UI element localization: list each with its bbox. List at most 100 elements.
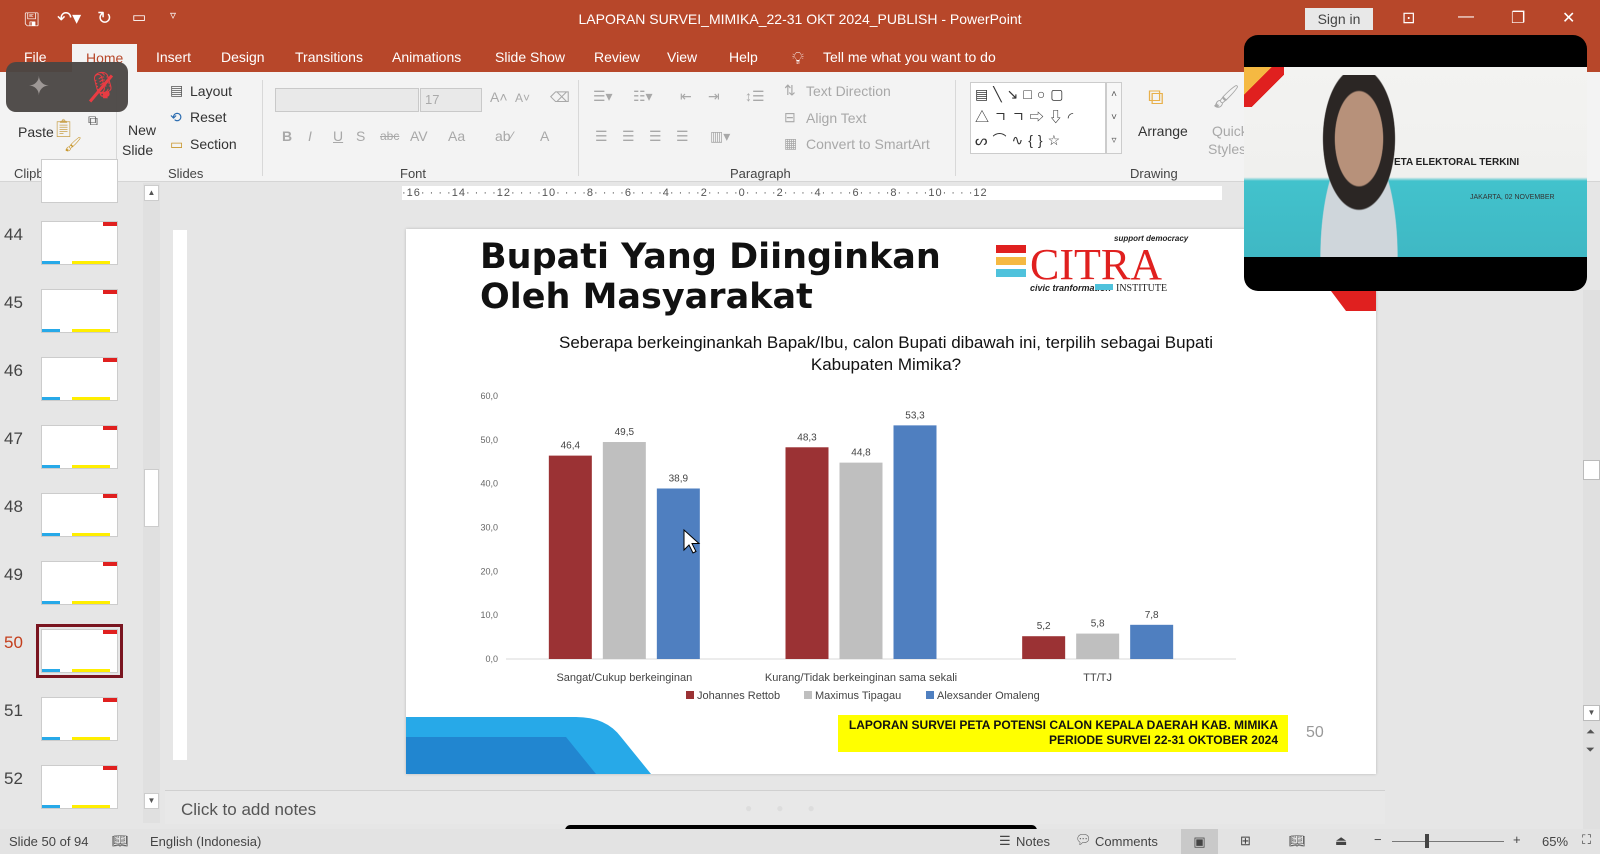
align-right-icon[interactable]: ☰ — [649, 128, 662, 145]
arrange-button[interactable]: Arrange — [1138, 123, 1188, 139]
zoom-level[interactable]: 65% — [1542, 834, 1568, 849]
zoom-slider-thumb[interactable] — [1425, 834, 1429, 848]
tab-review[interactable]: Review — [594, 49, 640, 65]
bullets-icon[interactable]: ☰▾ — [593, 88, 613, 105]
next-slide-icon[interactable]: ⏷ — [1586, 744, 1595, 757]
slide-canvas[interactable]: Bupati Yang Diinginkan Oleh Masyarakat C… — [406, 229, 1376, 774]
underline-button[interactable]: U — [333, 128, 343, 144]
font-name-combo[interactable] — [275, 88, 419, 112]
scroll-down-button[interactable]: ▼ — [1583, 705, 1600, 721]
bar[interactable] — [839, 462, 883, 659]
layout-button[interactable]: Layout — [190, 83, 232, 99]
slide-scroll-thumb[interactable] — [1583, 460, 1600, 480]
video-call-overlay[interactable]: ETA ELEKTORAL TERKINI JAKARTA, 02 NOVEMB… — [1244, 35, 1587, 291]
bar[interactable] — [548, 455, 592, 659]
slide-thumbnail[interactable] — [41, 697, 118, 741]
increase-indent-icon[interactable]: ⇥ — [708, 88, 720, 105]
change-case-button[interactable]: Aa — [448, 128, 465, 144]
slide-thumbnail[interactable] — [41, 765, 118, 809]
shapes-gallery-scroll[interactable]: ˄ ˅ ▿ — [1106, 82, 1122, 154]
format-painter-icon[interactable]: 🖌︎ — [64, 136, 82, 153]
minimize-button[interactable]: — — [1458, 8, 1474, 26]
align-text-button[interactable]: Align Text — [806, 110, 866, 126]
tell-me-search[interactable]: Tell me what you want to do — [823, 49, 996, 65]
align-center-icon[interactable]: ☰ — [622, 128, 635, 145]
zoom-in-button[interactable]: + — [1513, 832, 1521, 847]
tab-help[interactable]: Help — [729, 49, 758, 65]
bar-chart[interactable]: 0,0 10,0 20,0 30,0 40,0 50,0 60,0 46,4 49,5 38,9 S… — [466, 384, 1256, 714]
restore-button[interactable]: ❐ — [1511, 8, 1525, 28]
quick-styles-button[interactable]: Quick — [1212, 123, 1248, 139]
tab-transitions[interactable]: Transitions — [295, 49, 363, 65]
new-slide-label[interactable]: Slide — [122, 142, 153, 158]
bar[interactable] — [1130, 624, 1174, 659]
decrease-indent-icon[interactable]: ⇤ — [680, 88, 692, 105]
zoom-out-button[interactable]: − — [1374, 832, 1382, 847]
ribbon-display-icon[interactable]: ⊡ — [1402, 8, 1415, 28]
slide-thumbnail[interactable] — [41, 221, 118, 265]
font-size-combo[interactable]: 17 — [420, 88, 482, 112]
shapes-gallery[interactable]: ▤╲↘□○▢ △ㄱㄱ⇨⇩◜ ᔕ⌒∿{}☆ — [970, 82, 1106, 154]
tab-view[interactable]: View — [667, 49, 697, 65]
section-button[interactable]: Section — [190, 136, 237, 152]
quick-styles-label[interactable]: Styles — [1208, 141, 1246, 157]
numbering-icon[interactable]: ☷▾ — [633, 88, 653, 105]
highlight-icon[interactable]: ab⁄ — [495, 128, 513, 144]
tab-slide-show[interactable]: Slide Show — [495, 49, 565, 65]
scroll-thumb[interactable] — [144, 469, 159, 527]
reading-view-button[interactable]: 📖︎ — [1289, 833, 1306, 849]
strikethrough-button[interactable]: abc — [380, 129, 399, 143]
slide-vertical-scrollbar[interactable]: ▼ ⏶ ⏷ — [1583, 290, 1600, 830]
line-spacing-icon[interactable]: ↕☰ — [745, 88, 765, 105]
bar[interactable] — [893, 425, 937, 659]
shrink-font-icon[interactable]: A˅ — [515, 91, 530, 105]
slide-thumbnail[interactable] — [36, 624, 123, 678]
notes-toggle-button[interactable]: Notes — [1016, 834, 1050, 849]
tab-insert[interactable]: Insert — [156, 49, 191, 65]
columns-icon[interactable]: ▥▾ — [710, 128, 730, 145]
text-direction-button[interactable]: Text Direction — [806, 83, 891, 99]
previous-slide-icon[interactable]: ⏶ — [1586, 726, 1595, 739]
justify-icon[interactable]: ☰ — [676, 128, 689, 145]
slide-thumbnail[interactable] — [41, 561, 118, 605]
align-left-icon[interactable]: ☰ — [595, 128, 608, 145]
language-indicator[interactable]: English (Indonesia) — [150, 834, 261, 849]
tab-animations[interactable]: Animations — [392, 49, 461, 65]
shadow-button[interactable]: S — [356, 128, 365, 144]
slide-thumbnail[interactable] — [41, 357, 118, 401]
fit-to-window-icon[interactable]: ⛶ — [1582, 832, 1591, 848]
italic-button[interactable]: I — [308, 128, 312, 144]
sparkle-icon[interactable]: ✦ — [28, 71, 50, 102]
grow-font-icon[interactable]: A˄ — [490, 89, 508, 105]
spellcheck-icon[interactable]: 📖︎ — [112, 833, 129, 849]
paste-button[interactable]: Paste — [18, 124, 54, 140]
font-color-button[interactable]: A — [540, 128, 549, 144]
slideshow-view-button[interactable]: ⏏ — [1335, 833, 1347, 849]
bold-button[interactable]: B — [282, 128, 292, 144]
new-slide-button[interactable]: New — [128, 122, 156, 138]
slide-thumbnail[interactable] — [41, 493, 118, 537]
notes-pane[interactable]: Click to add notes ●●● — [165, 790, 1385, 824]
slide-title[interactable]: Bupati Yang Diinginkan Oleh Masyarakat — [480, 237, 941, 317]
slide-thumbnail[interactable] — [41, 289, 118, 333]
scroll-up-button[interactable]: ▲ — [144, 185, 159, 201]
tab-design[interactable]: Design — [221, 49, 265, 65]
character-spacing-button[interactable]: AV — [410, 128, 428, 144]
slide-thumbnail[interactable] — [41, 159, 118, 203]
scroll-down-button[interactable]: ▼ — [144, 793, 159, 809]
zoom-slider-track[interactable] — [1392, 841, 1504, 842]
bar[interactable] — [1076, 633, 1120, 659]
bar[interactable] — [602, 442, 646, 659]
thumbnails-scrollbar[interactable]: ▲ ▼ — [143, 183, 160, 823]
bar[interactable] — [1022, 636, 1066, 659]
comments-button[interactable]: Comments — [1095, 834, 1158, 849]
convert-smartart-button[interactable]: Convert to SmartArt — [806, 136, 930, 152]
clear-formatting-icon[interactable]: ⌫ — [550, 89, 570, 106]
bar[interactable] — [785, 447, 829, 659]
close-button[interactable]: ✕ — [1562, 8, 1575, 28]
normal-view-button[interactable]: ▣ — [1181, 829, 1218, 854]
sign-in-button[interactable]: Sign in — [1305, 8, 1373, 30]
copy-icon[interactable]: ⧉ — [88, 112, 98, 129]
slide-thumbnail[interactable] — [41, 425, 118, 469]
notes-placeholder[interactable]: Click to add notes — [181, 800, 316, 820]
